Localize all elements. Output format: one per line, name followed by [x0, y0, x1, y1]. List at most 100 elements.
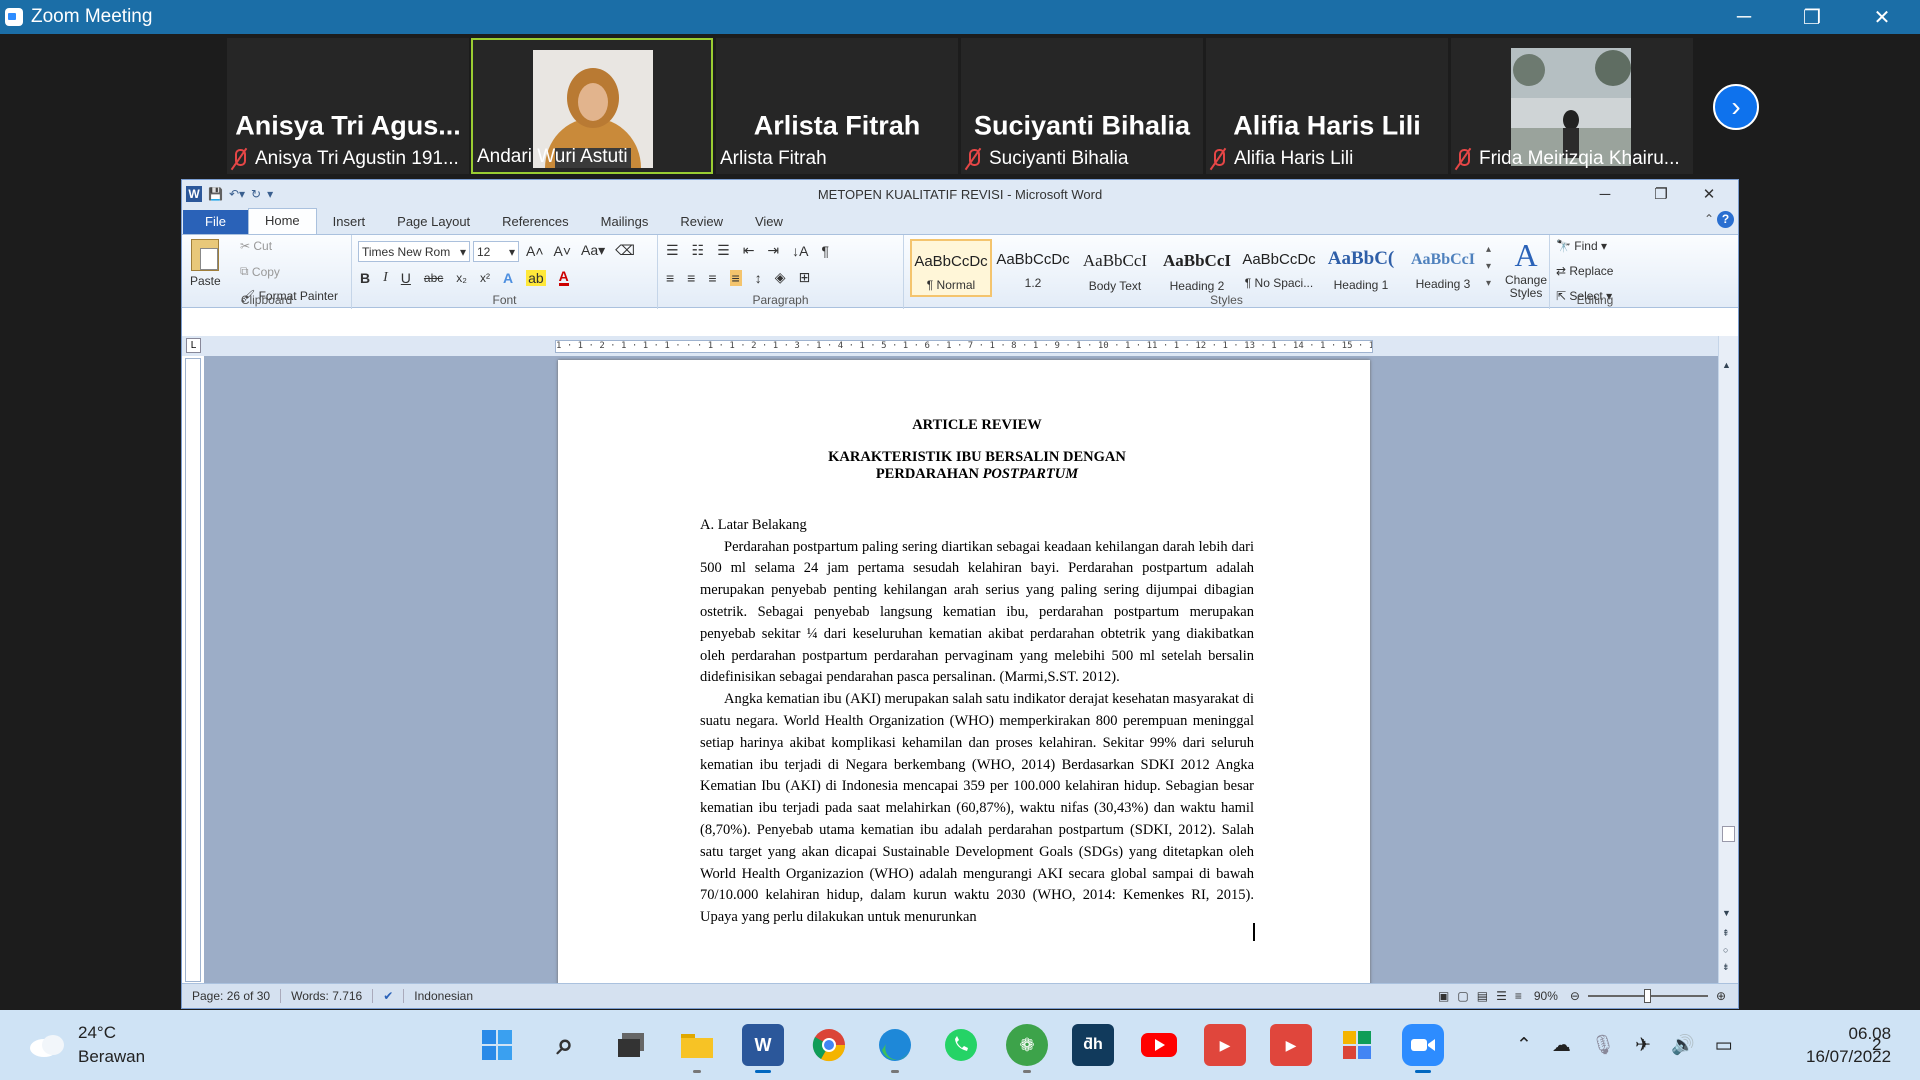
replace-button[interactable]: ⇄ Replace — [1556, 264, 1613, 278]
paste-button[interactable]: Paste — [190, 239, 221, 288]
zoom-out-icon[interactable]: ⊖ — [1570, 989, 1580, 1003]
close-button[interactable]: ✕ — [1854, 0, 1910, 34]
minimize-ribbon-icon[interactable]: ⌃ — [1704, 212, 1714, 226]
word-count[interactable]: Words: 7.716 — [281, 989, 374, 1003]
redo-icon[interactable]: ↻ — [251, 187, 261, 201]
line-spacing-icon[interactable]: ↕ — [755, 270, 762, 286]
decrease-indent-icon[interactable]: ⇤ — [743, 242, 755, 259]
minimize-button[interactable]: ─ — [1716, 0, 1772, 34]
taskbar-app-dh[interactable]: ƌh — [1072, 1024, 1114, 1066]
taskbar-chrome[interactable] — [808, 1024, 850, 1066]
weather-widget[interactable]: 24°C Berawan — [28, 1010, 145, 1080]
tab-selector-icon[interactable]: L — [186, 338, 201, 353]
vertical-scrollbar[interactable]: ▲ ▼ ⇞ ○ ⇟ — [1718, 336, 1738, 984]
justify-icon[interactable]: ≡ — [729, 269, 742, 286]
shading-icon[interactable]: ◈ — [775, 269, 786, 286]
tab-view[interactable]: View — [739, 210, 799, 234]
italic-icon[interactable]: I — [383, 270, 388, 286]
taskbar-app-puzzle[interactable] — [1336, 1024, 1378, 1066]
proofing-icon[interactable]: ✔ — [373, 989, 405, 1003]
previous-page-icon[interactable]: ⇞ — [1722, 928, 1730, 939]
tab-mailings[interactable]: Mailings — [585, 210, 665, 234]
taskbar-app-red-2[interactable]: ▶ — [1270, 1024, 1312, 1066]
underline-icon[interactable]: U — [401, 270, 411, 286]
tab-page-layout[interactable]: Page Layout — [381, 210, 486, 234]
increase-indent-icon[interactable]: ⇥ — [767, 242, 779, 259]
view-draft-icon[interactable]: ≡ — [1515, 989, 1522, 1003]
borders-icon[interactable]: ⊞ — [798, 269, 810, 286]
scroll-down-icon[interactable]: ▼ — [1722, 908, 1731, 918]
document-page[interactable]: ARTICLE REVIEW KARAKTERISTIK IBU BERSALI… — [558, 360, 1370, 985]
change-case-icon[interactable]: Aa▾ — [581, 242, 605, 259]
style-normal[interactable]: AaBbCcDc ¶ Normal — [910, 239, 992, 297]
strikethrough-icon[interactable]: abc — [424, 271, 443, 285]
align-right-icon[interactable]: ≡ — [708, 270, 716, 286]
taskbar-word[interactable]: W — [742, 1024, 784, 1073]
copy-button[interactable]: ⧉ Copy — [240, 264, 280, 279]
style-1-2[interactable]: AaBbCcDc 1.2 — [992, 239, 1074, 297]
word-restore-button[interactable]: ❐ — [1640, 180, 1682, 208]
bold-icon[interactable]: B — [360, 270, 370, 286]
tab-insert[interactable]: Insert — [317, 210, 382, 234]
word-logo-icon[interactable]: W — [186, 186, 202, 202]
grow-font-icon[interactable]: A˄ — [526, 243, 544, 259]
align-center-icon[interactable]: ≡ — [687, 270, 695, 286]
clear-formatting-icon[interactable]: ⌫ — [615, 242, 635, 259]
participant-tile[interactable]: Arlista Fitrah Arlista Fitrah — [716, 38, 958, 174]
sort-icon[interactable]: ↓A — [792, 243, 808, 259]
zoom-slider[interactable] — [1587, 989, 1708, 1003]
page-count[interactable]: Page: 26 of 30 — [182, 989, 282, 1003]
language[interactable]: Indonesian — [404, 989, 483, 1003]
network-icon[interactable]: ✈ — [1635, 1034, 1651, 1057]
style-no-spacing[interactable]: AaBbCcDc ¶ No Spaci... — [1238, 239, 1320, 297]
participant-tile[interactable]: Alifia Haris Lili Alifia Haris Lili — [1206, 38, 1448, 174]
taskbar-youtube[interactable] — [1138, 1024, 1180, 1066]
superscript-icon[interactable]: x² — [480, 271, 490, 285]
start-button[interactable] — [476, 1024, 518, 1066]
scroll-up-icon[interactable]: ▲ — [1722, 360, 1731, 370]
customize-qat-icon[interactable]: ▾ — [267, 187, 273, 201]
tab-references[interactable]: References — [486, 210, 584, 234]
document-canvas[interactable]: ARTICLE REVIEW KARAKTERISTIK IBU BERSALI… — [204, 356, 1718, 985]
participant-tile[interactable]: Anisya Tri Agus... Anisya Tri Agustin 19… — [227, 38, 469, 174]
chevron-up-icon[interactable]: ⌃ — [1516, 1034, 1532, 1057]
multilevel-list-icon[interactable]: ☰ — [717, 242, 730, 259]
scrollbar-thumb[interactable] — [1722, 826, 1735, 842]
help-icon[interactable]: ? — [1717, 211, 1734, 228]
cut-button[interactable]: ✂ Cut — [240, 239, 272, 253]
microphone-icon[interactable]: 🎙 — [1591, 1033, 1615, 1057]
highlight-icon[interactable]: ab — [526, 269, 546, 286]
notification-count[interactable]: 2 — [1872, 1010, 1881, 1080]
numbering-icon[interactable]: ☷ — [692, 242, 705, 259]
style-heading-1[interactable]: AaBbC(Heading 1 — [1320, 239, 1402, 297]
view-outline-icon[interactable]: ☰ — [1496, 989, 1507, 1003]
style-heading-2[interactable]: AaBbCcI Heading 2 — [1156, 239, 1238, 297]
document-body[interactable]: ARTICLE REVIEW KARAKTERISTIK IBU BERSALI… — [700, 415, 1254, 929]
shrink-font-icon[interactable]: A˅ — [554, 243, 572, 259]
tab-review[interactable]: Review — [664, 210, 739, 234]
align-left-icon[interactable]: ≡ — [666, 270, 674, 286]
save-icon[interactable]: 💾 — [208, 187, 223, 201]
view-web-layout-icon[interactable]: ▤ — [1477, 989, 1488, 1003]
view-full-screen-icon[interactable]: ▢ — [1457, 989, 1468, 1003]
horizontal-ruler[interactable]: L 1 · 1 · 2 · 1 · 1 · 1 · · · 1 · 1 · 2 … — [182, 336, 1738, 356]
taskbar-whatsapp[interactable] — [940, 1024, 982, 1066]
word-minimize-button[interactable]: ─ — [1584, 180, 1626, 208]
view-print-layout-icon[interactable]: ▣ — [1438, 989, 1449, 1003]
bullets-icon[interactable]: ☰ — [666, 242, 679, 259]
volume-icon[interactable]: 🔊 — [1671, 1033, 1695, 1057]
participant-tile[interactable]: Suciyanti Bihalia Suciyanti Bihalia — [961, 38, 1203, 174]
taskbar-app-red-1[interactable]: ▶ — [1204, 1024, 1246, 1066]
subscript-icon[interactable]: x₂ — [456, 271, 467, 285]
style-heading-3[interactable]: AaBbCcI Heading 3 — [1402, 239, 1484, 297]
zoom-in-icon[interactable]: ⊕ — [1716, 989, 1726, 1003]
browse-object-icon[interactable]: ○ — [1723, 945, 1728, 955]
next-page-icon[interactable]: ⇟ — [1722, 962, 1730, 973]
taskbar-file-explorer[interactable] — [676, 1024, 718, 1073]
change-styles-button[interactable]: A Change Styles — [1502, 237, 1550, 300]
zoom-level[interactable]: 90% — [1530, 989, 1562, 1003]
word-close-button[interactable]: ✕ — [1688, 180, 1730, 208]
show-formatting-icon[interactable]: ¶ — [822, 243, 830, 259]
undo-icon[interactable]: ↶▾ — [229, 187, 245, 201]
styles-scroll[interactable]: ▴ ▾ ▾ — [1486, 241, 1491, 292]
